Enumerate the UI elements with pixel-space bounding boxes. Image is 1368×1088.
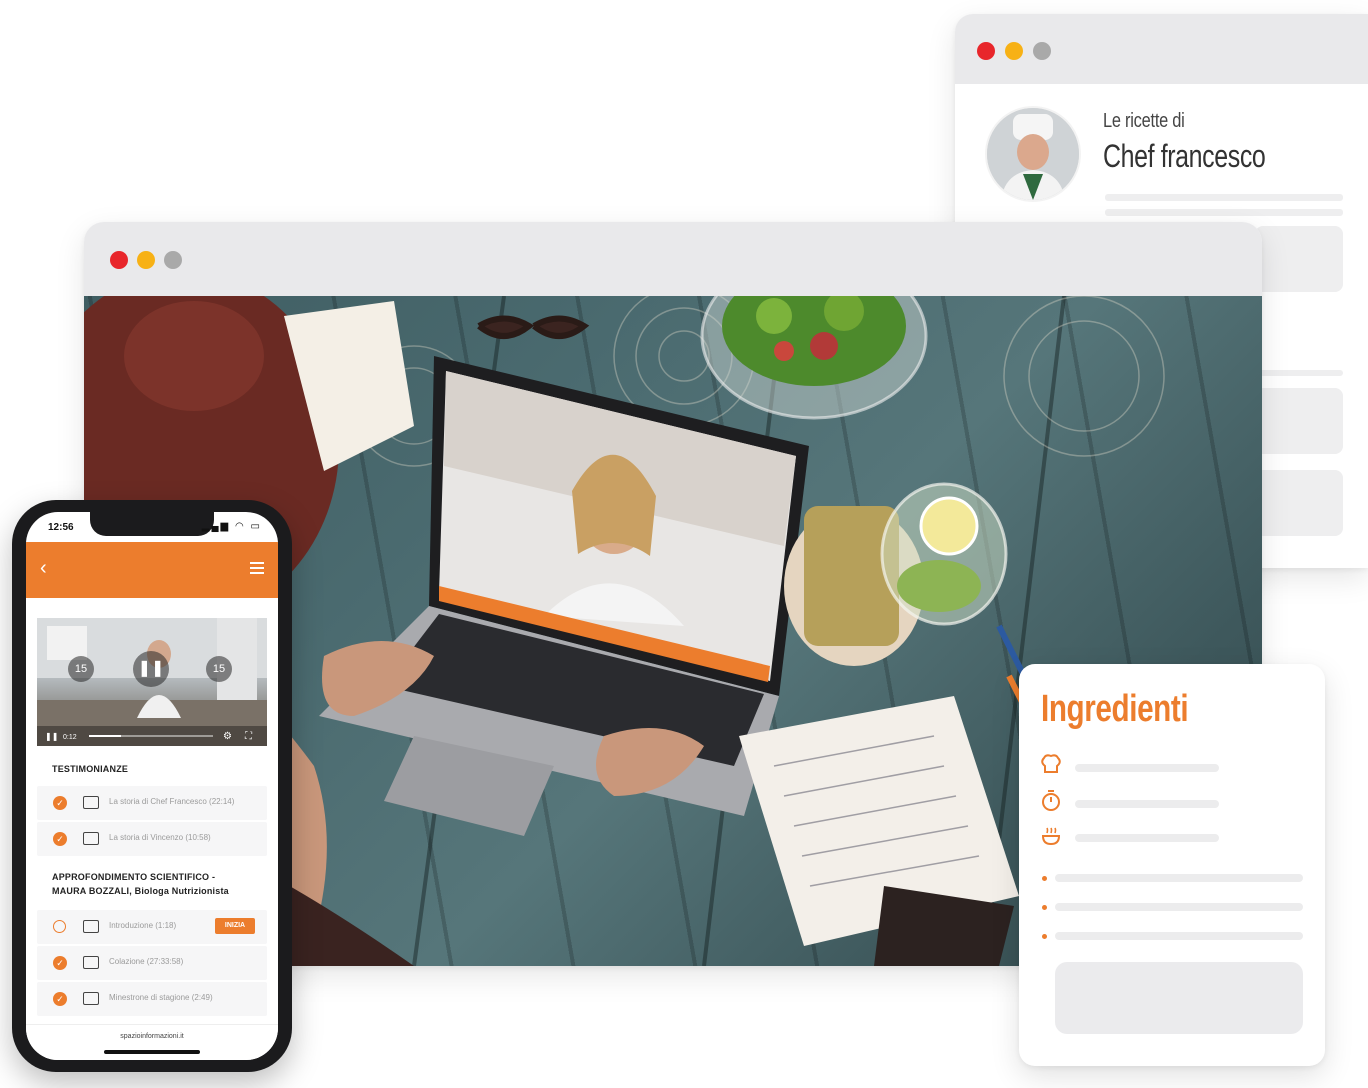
placeholder-line (1055, 903, 1303, 911)
section-title-line: APPROFONDIMENTO SCIENTIFICO - (52, 872, 216, 882)
chef-hat-icon (1041, 754, 1061, 773)
lesson-row[interactable]: ✓ Minestrone di stagione (2:49) (37, 982, 267, 1016)
placeholder-block (1255, 388, 1343, 454)
bullet-dot (1042, 905, 1047, 910)
video-play-icon (83, 920, 99, 933)
wifi-icon: ◠ (235, 521, 246, 532)
bullet-dot (1042, 876, 1047, 881)
chef-portrait-icon (987, 108, 1079, 200)
phone-screen: 12:56 ▂▄▆ ◠ ▭ ‹ 15 ❚❚ 15 ❚❚ 0:12 ⚙ ⛶ TES… (26, 512, 278, 1060)
lesson-title: Colazione (27:33:58) (109, 957, 184, 966)
home-indicator[interactable] (104, 1050, 200, 1054)
lesson-row[interactable]: Introduzione (1:18) INIZIA (37, 910, 267, 944)
rewind-button[interactable]: 15 (68, 656, 94, 682)
fullscreen-icon[interactable]: ⛶ (245, 731, 252, 742)
video-seek-progress (89, 735, 122, 737)
completed-check-icon: ✓ (53, 956, 67, 970)
chef-window-titlebar (955, 14, 1368, 84)
minimize-window-dot[interactable] (137, 251, 155, 269)
ingredients-card: Ingredienti (1019, 664, 1325, 1066)
status-time: 12:56 (48, 522, 74, 533)
video-play-icon (83, 992, 99, 1005)
pause-button[interactable]: ❚❚ (133, 651, 169, 687)
section-title-approfondimento: APPROFONDIMENTO SCIENTIFICO - MAURA BOZZ… (52, 870, 229, 898)
completed-check-icon: ✓ (53, 992, 67, 1006)
placeholder-line (1105, 209, 1343, 216)
video-play-icon (83, 956, 99, 969)
placeholder-line (1075, 800, 1219, 808)
smartphone-mockup: 12:56 ▂▄▆ ◠ ▭ ‹ 15 ❚❚ 15 ❚❚ 0:12 ⚙ ⛶ TES… (12, 500, 292, 1072)
pause-small-icon[interactable]: ❚❚ (45, 732, 58, 741)
signal-icon: ▂▄▆ (201, 521, 231, 532)
lesson-title: La storia di Vincenzo (10:58) (109, 833, 211, 842)
chef-name: Chef francesco (1103, 138, 1266, 174)
lesson-row[interactable]: ✓ La storia di Chef Francesco (22:14) (37, 786, 267, 820)
video-time: 0:12 (63, 734, 77, 741)
lesson-row[interactable]: ✓ Colazione (27:33:58) (37, 946, 267, 980)
section-title-testimonianze: TESTIMONIANZE (52, 764, 129, 774)
placeholder-line (1105, 194, 1343, 201)
lesson-video-player[interactable]: 15 ❚❚ 15 ❚❚ 0:12 ⚙ ⛶ (37, 618, 267, 746)
minimize-window-dot[interactable] (1005, 42, 1023, 60)
incomplete-circle-icon (53, 920, 66, 933)
forward-button[interactable]: 15 (206, 656, 232, 682)
placeholder-line (1075, 764, 1219, 772)
bullet-dot (1042, 934, 1047, 939)
back-arrow-icon[interactable]: ‹ (40, 558, 47, 578)
video-control-bar: ❚❚ 0:12 ⚙ ⛶ (37, 726, 267, 746)
rewind-label: 15 (74, 663, 88, 675)
start-lesson-button[interactable]: INIZIA (215, 918, 255, 934)
video-play-icon (83, 796, 99, 809)
footer-url[interactable]: spazioinformazioni.it (26, 1033, 278, 1040)
placeholder-block (1055, 962, 1303, 1034)
completed-check-icon: ✓ (53, 796, 67, 810)
close-window-dot[interactable] (977, 42, 995, 60)
maximize-window-dot[interactable] (1033, 42, 1051, 60)
placeholder-block (1255, 226, 1343, 292)
lesson-title: Minestrone di stagione (2:49) (109, 993, 213, 1002)
placeholder-line (1055, 874, 1303, 882)
placeholder-line (1075, 834, 1219, 842)
status-icons: ▂▄▆ ◠ ▭ (202, 521, 262, 532)
placeholder-line (1055, 932, 1303, 940)
maximize-window-dot[interactable] (164, 251, 182, 269)
video-play-icon (83, 832, 99, 845)
chef-subtitle: Le ricette di (1103, 110, 1185, 132)
ingredients-title: Ingredienti (1041, 688, 1189, 730)
completed-check-icon: ✓ (53, 832, 67, 846)
settings-gear-icon[interactable]: ⚙ (223, 731, 232, 742)
video-seek-bar[interactable] (89, 735, 213, 737)
lesson-row[interactable]: ✓ La storia di Vincenzo (10:58) (37, 822, 267, 856)
lesson-title: La storia di Chef Francesco (22:14) (109, 797, 235, 806)
chef-avatar (985, 106, 1081, 202)
close-window-dot[interactable] (110, 251, 128, 269)
app-header: ‹ (26, 542, 278, 598)
cooking-pot-icon (1041, 827, 1061, 846)
browser-footer: spazioinformazioni.it (26, 1024, 278, 1060)
main-window-titlebar (84, 222, 1262, 296)
forward-label: 15 (212, 663, 226, 675)
timer-icon (1042, 790, 1060, 811)
lesson-title: Introduzione (1:18) (109, 921, 177, 930)
hamburger-menu-icon[interactable] (250, 562, 264, 574)
phone-notch (90, 512, 214, 536)
placeholder-block (1255, 470, 1343, 536)
section-title-line: MAURA BOZZALI, Biologa Nutrizionista (52, 886, 229, 896)
placeholder-line (1255, 370, 1343, 376)
battery-icon: ▭ (250, 521, 262, 532)
